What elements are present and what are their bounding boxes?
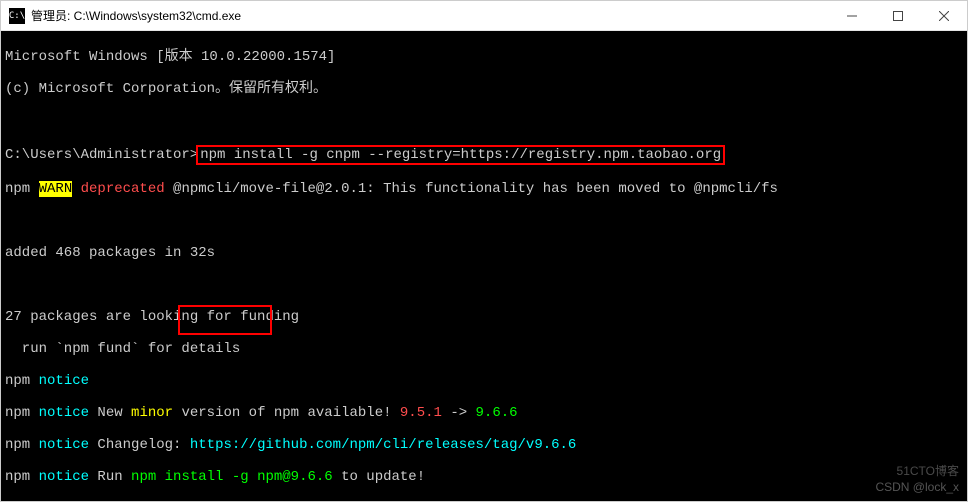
update-cmd: npm install -g npm@9.6.6 (131, 469, 333, 485)
warn-badge: WARN (39, 181, 73, 197)
notice-label: notice (39, 405, 89, 421)
cmd-icon: C:\ (9, 8, 25, 24)
output-line: npm notice New minor version of npm avai… (5, 405, 963, 421)
command-text: npm install -g cnpm --registry=https://r… (200, 147, 721, 163)
highlight-box: npm install -g cnpm --registry=https://r… (196, 145, 725, 165)
output-line: (c) Microsoft Corporation。保留所有权利。 (5, 81, 963, 97)
text: New (89, 405, 131, 421)
output-line: npm notice (5, 373, 963, 389)
maximize-icon (893, 11, 903, 21)
text: Changelog: (89, 437, 190, 453)
prompt-line: C:\Users\Administrator>npm install -g cn… (5, 145, 963, 165)
maximize-button[interactable] (875, 1, 921, 30)
text: to update! (333, 469, 425, 485)
output-line: npm notice Changelog: https://github.com… (5, 437, 963, 453)
npm-label: npm (5, 181, 39, 197)
deprecated-label: deprecated (72, 181, 164, 197)
text: Run (89, 469, 131, 485)
npm-label: npm (5, 469, 39, 485)
npm-label: npm (5, 405, 39, 421)
blank-line (5, 277, 963, 293)
cmd-window: C:\ 管理员: C:\Windows\system32\cmd.exe Mic… (0, 0, 968, 502)
terminal-output[interactable]: Microsoft Windows [版本 10.0.22000.1574] (… (1, 31, 967, 501)
output-line: npm notice Run npm install -g npm@9.6.6 … (5, 469, 963, 485)
titlebar[interactable]: C:\ 管理员: C:\Windows\system32\cmd.exe (1, 1, 967, 31)
window-controls (829, 1, 967, 30)
minimize-icon (847, 11, 857, 21)
output-line: 27 packages are looking for funding (5, 309, 963, 325)
old-version: 9.5.1 (400, 405, 442, 421)
blank-line (5, 113, 963, 129)
text: -> (442, 405, 476, 421)
blank-line (5, 213, 963, 229)
minor-label: minor (131, 405, 173, 421)
text: version of npm available! (173, 405, 400, 421)
output-line: Microsoft Windows [版本 10.0.22000.1574] (5, 49, 963, 65)
prompt: C:\Users\Administrator> (5, 147, 198, 163)
output-line: npm WARN deprecated @npmcli/move-file@2.… (5, 181, 963, 197)
window-title: 管理员: C:\Windows\system32\cmd.exe (31, 7, 241, 24)
output-line: added 468 packages in 32s (5, 245, 963, 261)
minimize-button[interactable] (829, 1, 875, 30)
changelog-url: https://github.com/npm/cli/releases/tag/… (190, 437, 576, 453)
npm-label: npm (5, 437, 39, 453)
notice-label: notice (39, 373, 89, 389)
close-button[interactable] (921, 1, 967, 30)
close-icon (939, 11, 949, 21)
deprecated-msg: @npmcli/move-file@2.0.1: This functional… (165, 181, 778, 197)
notice-label: notice (39, 437, 89, 453)
notice-label: notice (39, 469, 89, 485)
output-line: run `npm fund` for details (5, 341, 963, 357)
new-version: 9.6.6 (476, 405, 518, 421)
npm-label: npm (5, 373, 39, 389)
